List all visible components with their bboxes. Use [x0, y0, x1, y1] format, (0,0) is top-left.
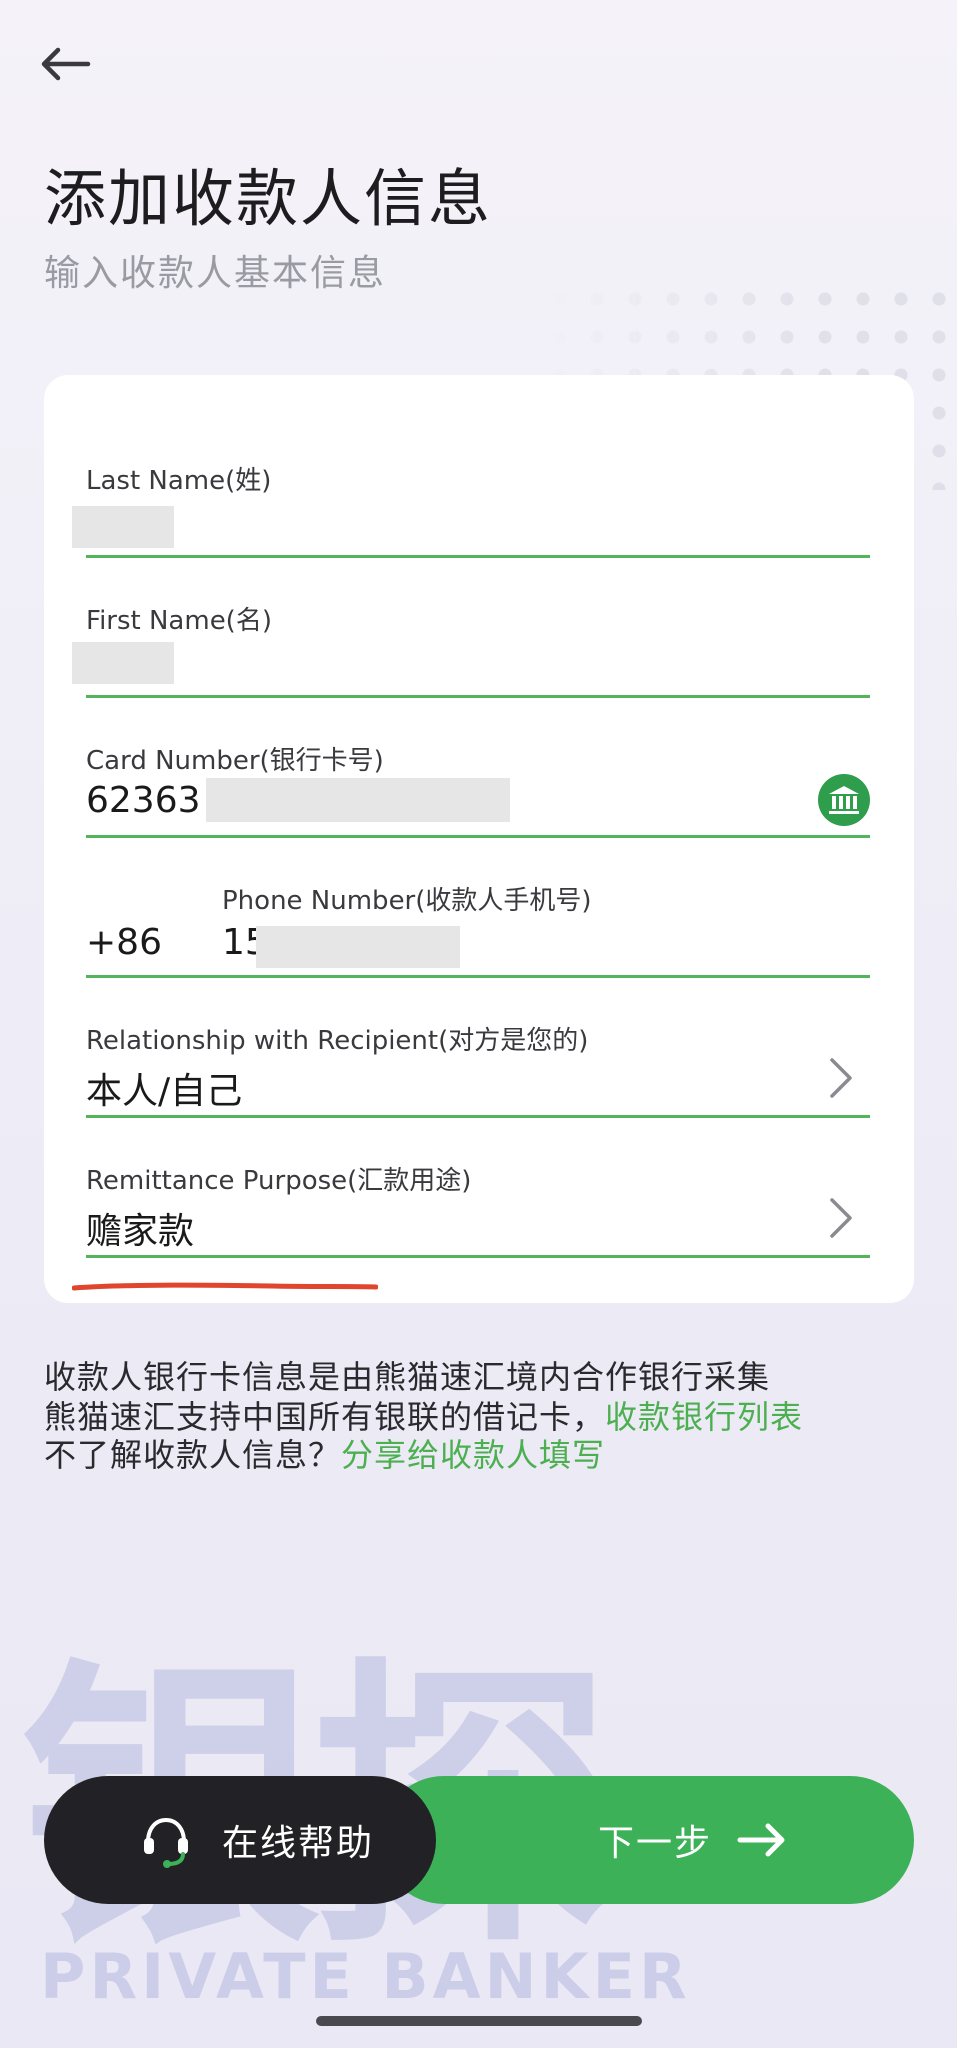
next-step-button[interactable]: 下一步 — [380, 1776, 914, 1904]
first-name-redacted-value — [72, 642, 174, 684]
online-help-button[interactable]: 在线帮助 — [44, 1776, 436, 1904]
arrow-right-icon — [737, 1823, 785, 1857]
arrow-left-icon — [41, 47, 91, 81]
relationship-label: Relationship with Recipient(对方是您的) — [86, 1026, 589, 1056]
remittance-purpose-value: 赡家款 — [86, 1211, 195, 1252]
card-number-redacted — [206, 778, 510, 822]
bank-list-link[interactable]: 收款银行列表 — [605, 1398, 803, 1436]
last-name-redacted-value — [72, 506, 174, 548]
remittance-purpose-label: Remittance Purpose(汇款用途) — [86, 1166, 472, 1196]
first-name-label: First Name(名) — [86, 606, 272, 636]
chevron-right-icon — [830, 1058, 852, 1098]
page-subtitle: 输入收款人基本信息 — [44, 253, 387, 294]
headset-icon — [144, 1817, 188, 1868]
page-title: 添加收款人信息 — [44, 162, 493, 235]
last-name-field[interactable]: Last Name(姓) — [72, 450, 870, 558]
first-name-field[interactable]: First Name(名) — [72, 590, 870, 698]
online-help-label: 在线帮助 — [222, 1823, 375, 1864]
country-code[interactable]: +86 — [86, 922, 162, 963]
phone-number-field[interactable]: Phone Number(收款人手机号) +86 15 — [86, 870, 870, 978]
info-line-3: 不了解收款人信息？分享给收款人填写 — [44, 1436, 606, 1474]
last-name-label: Last Name(姓) — [86, 466, 272, 496]
phone-number-redacted — [256, 926, 460, 968]
relationship-field[interactable]: Relationship with Recipient(对方是您的) 本人/自己 — [86, 1010, 870, 1118]
bank-icon[interactable] — [818, 774, 870, 826]
home-indicator[interactable] — [316, 2016, 642, 2026]
red-annotation-underline — [72, 1282, 378, 1291]
share-to-recipient-link[interactable]: 分享给收款人填写 — [341, 1436, 605, 1474]
back-button[interactable] — [36, 44, 96, 84]
chevron-right-icon — [830, 1198, 852, 1238]
watermark-english-text: PRIVATE BANKER — [40, 1940, 691, 2013]
phone-number-label: Phone Number(收款人手机号) — [222, 886, 592, 916]
relationship-value: 本人/自己 — [86, 1071, 243, 1112]
card-number-value: 62363 — [86, 780, 201, 821]
card-number-label: Card Number(银行卡号) — [86, 746, 384, 776]
next-step-label: 下一步 — [598, 1823, 713, 1864]
remittance-purpose-field[interactable]: Remittance Purpose(汇款用途) 赡家款 — [86, 1150, 870, 1258]
card-number-field[interactable]: Card Number(银行卡号) 62363 — [86, 730, 870, 838]
